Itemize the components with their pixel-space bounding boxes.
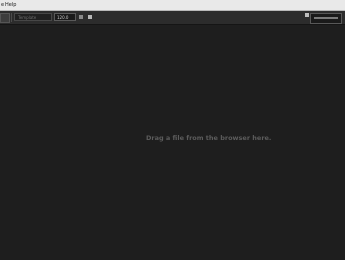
drop-hint: Drag a file from the browser here. [146,134,272,142]
play-icon[interactable] [79,15,83,19]
settings-icon[interactable] [305,13,309,17]
toolbar: Template 120.0 [0,11,345,25]
toolbar-separator [11,13,12,22]
stop-icon[interactable] [88,15,92,19]
menu-bar: e Help [0,0,345,11]
bpm-field[interactable]: 120.0 [54,13,76,21]
meter-display [310,13,342,24]
menu-item-edit[interactable]: e [1,0,4,10]
meter-bar [314,17,338,19]
drop-area[interactable] [0,25,345,260]
template-field[interactable]: Template [14,13,52,21]
menu-item-help[interactable]: Help [5,0,16,10]
toolbar-left-button[interactable] [0,13,10,23]
